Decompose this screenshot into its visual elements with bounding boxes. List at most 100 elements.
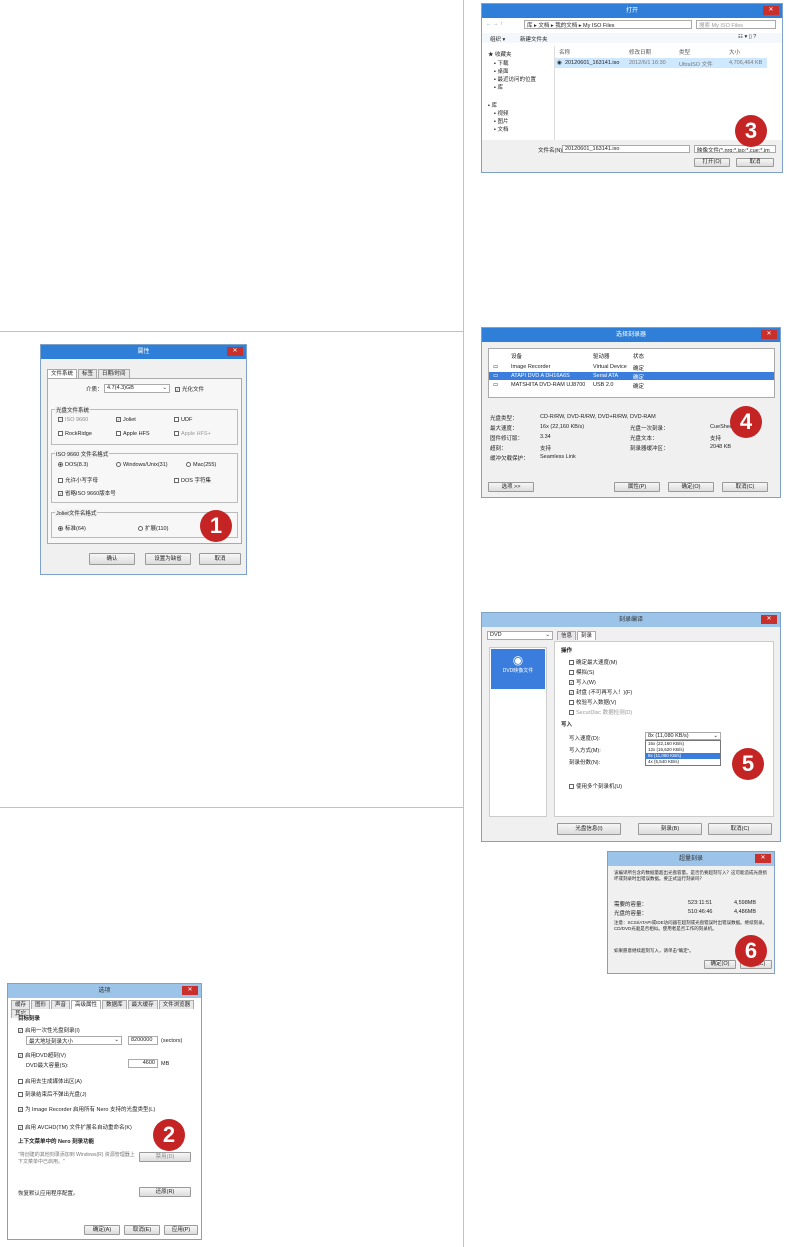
nav-item[interactable]: ▪ 库: [488, 101, 497, 109]
tab-cache[interactable]: 缓存: [11, 1000, 31, 1009]
open-button[interactable]: 打开(O): [694, 158, 730, 167]
drive-select[interactable]: DVD ⌄: [487, 631, 553, 640]
tab-graphics[interactable]: 图形: [31, 1000, 51, 1009]
new-folder-button[interactable]: 新建文件夹: [520, 35, 548, 43]
no-eject-checkbox[interactable]: 刻录结束后不弹出光盘(J): [18, 1090, 86, 1098]
nav-item[interactable]: ▪ 库: [494, 83, 503, 91]
filename-input[interactable]: 20120601_163141.iso: [562, 145, 690, 153]
op-checkbox[interactable]: 确定最大速度(M): [569, 658, 617, 666]
tab-burn[interactable]: 刻录: [577, 631, 597, 640]
close-icon[interactable]: ✕: [761, 330, 777, 339]
std-radio[interactable]: 标准(64): [58, 524, 86, 532]
single-session-checkbox[interactable]: ✓ 启用一次性光盘刻录(I): [18, 1026, 80, 1034]
dos-radio[interactable]: DOS(8.3): [58, 462, 88, 468]
op-checkbox[interactable]: ✓ 写入(W): [569, 678, 596, 686]
tab-info[interactable]: 信息: [557, 631, 577, 640]
omit-version-checkbox[interactable]: ✓ 省略ISO 9660版本号: [58, 489, 116, 497]
disable-button[interactable]: 禁用(D): [139, 1152, 191, 1162]
size-select[interactable]: 最大地址刻录大小 ⌄: [26, 1036, 122, 1045]
multi-recorder-checkbox[interactable]: 使用多个刻录机(U): [569, 782, 622, 790]
speed-option[interactable]: 4x (5,540 KB/s): [646, 759, 720, 765]
dvd-overburn-checkbox[interactable]: ✓ 启用DVD超刻(V): [18, 1051, 66, 1059]
file-row[interactable]: ◉ 20120601_163141.iso 2012/6/1 16:30 Ult…: [555, 58, 767, 68]
media-select[interactable]: 4.7(4.3)GB ⌄: [104, 384, 170, 393]
applehfs-checkbox[interactable]: Apple HFS: [116, 431, 150, 437]
restore-button[interactable]: 还原(R): [139, 1187, 191, 1197]
col-size[interactable]: 大小: [729, 48, 740, 56]
joliet-checkbox[interactable]: ✓ Joliet: [116, 417, 136, 423]
nav-item[interactable]: ▪ 视频: [494, 109, 509, 117]
crumb[interactable]: My ISO Files: [583, 23, 614, 28]
ok-button[interactable]: 确定(O): [668, 482, 714, 492]
nav-item[interactable]: ★ 收藏夹: [488, 50, 512, 58]
dvd-size-input[interactable]: 4600: [128, 1059, 158, 1068]
ext-radio[interactable]: 扩展(110): [138, 524, 168, 532]
recorder-row[interactable]: ▭ ATAPI DVD A DH16A6S Serial ATA 确定: [489, 372, 774, 381]
close-icon[interactable]: ✕: [761, 615, 777, 624]
lowercase-checkbox[interactable]: 允许小写字母: [58, 476, 98, 484]
cancel-button[interactable]: 取消(C): [708, 823, 772, 835]
tab-sound[interactable]: 声音: [51, 1000, 71, 1009]
burn-button[interactable]: 刻录(B): [638, 823, 702, 835]
set-default-button[interactable]: 设置为缺省: [145, 553, 191, 565]
mac-radio[interactable]: Mac(255): [186, 462, 216, 468]
appleplus-checkbox[interactable]: Apple HFS+: [174, 431, 211, 437]
close-icon[interactable]: ✕: [755, 854, 771, 863]
cancel-button[interactable]: 取消(E): [124, 1225, 160, 1235]
op-checkbox[interactable]: 校验写入数据(V): [569, 698, 616, 706]
crumb[interactable]: 我的文档: [555, 23, 577, 28]
recorder-row[interactable]: ▭ MATSHITA DVD-RAM UJ8700 USB 2.0 确定: [489, 381, 774, 390]
udf-checkbox[interactable]: UDF: [174, 417, 192, 423]
cancel-button[interactable]: 取消: [736, 158, 774, 167]
nav-item[interactable]: ▪ 图片: [494, 117, 509, 125]
nav-item[interactable]: ▪ 文档: [494, 125, 509, 133]
tab-browser[interactable]: 文件浏览器: [158, 1000, 195, 1009]
search-input[interactable]: 搜索 My ISO Files: [696, 20, 776, 29]
sectors-input[interactable]: 8200000: [128, 1036, 158, 1045]
op-checkbox[interactable]: SecurDisc 数据检测(D): [569, 708, 632, 716]
cancel-button[interactable]: 取消(C): [722, 482, 768, 492]
image-recorder-checkbox[interactable]: ✓ 为 Image Recorder 启用所有 Nero 支持的光盘类型(L): [18, 1105, 155, 1113]
op-checkbox[interactable]: ✓ 封盘 (不可再写入！)(F): [569, 688, 632, 696]
ok-button[interactable]: 确定(A): [84, 1225, 120, 1235]
properties-button[interactable]: 属性(P): [614, 482, 660, 492]
avchd-checkbox[interactable]: ✓ 启用 AVCHD(TM) 文件扩展名自动重命名(K): [18, 1123, 132, 1131]
tab-database[interactable]: 数据库: [102, 1000, 127, 1009]
col-type[interactable]: 类型: [679, 48, 690, 56]
leadout-checkbox[interactable]: 启用去生成媒体出区(A): [18, 1077, 82, 1085]
nav-item[interactable]: ▪ 下载: [494, 59, 509, 67]
doschar-checkbox[interactable]: DOS 字符集: [174, 476, 211, 484]
col-name[interactable]: 名称: [559, 48, 570, 56]
disc-info-button[interactable]: 光盘信息(I): [557, 823, 621, 835]
view-icon[interactable]: ☷ ▾ ▯ ?: [738, 34, 756, 40]
crumb[interactable]: 库: [527, 23, 533, 28]
speed-select[interactable]: 8x (11,080 KB/s) ⌄: [645, 732, 721, 740]
dvd-image-item[interactable]: ◉ DVD映像文件: [491, 649, 545, 689]
options-button[interactable]: 选项 >>: [488, 482, 534, 492]
close-icon[interactable]: ✕: [763, 6, 779, 15]
col-date[interactable]: 修改日期: [629, 48, 651, 56]
apply-button[interactable]: 应用(P): [164, 1225, 198, 1235]
tab-maxcache[interactable]: 最大缓存: [127, 1000, 158, 1009]
close-icon[interactable]: ✕: [227, 347, 243, 356]
iso9660-checkbox[interactable]: ✓ ISO 9660: [58, 417, 88, 423]
win-radio[interactable]: Windows/Unix(31): [116, 462, 168, 468]
close-icon[interactable]: ✕: [182, 986, 198, 995]
breadcrumb[interactable]: 库 ▸ 文档 ▸ 我的文档 ▸ My ISO Files: [524, 20, 692, 29]
recorder-row[interactable]: ▭ Image Recorder Virtual Device 确定: [489, 363, 774, 372]
nav-item[interactable]: ▪ 桌面: [494, 67, 509, 75]
compat-checkbox[interactable]: ✓ 光化文件: [175, 385, 204, 393]
ok-button[interactable]: 确认: [89, 553, 135, 565]
nav-item[interactable]: ▪ 最近访问的位置: [494, 75, 536, 83]
filter-select[interactable]: 映像文件(*.nrg;*.iso;*.cue;*.im: [694, 145, 776, 153]
tab-advanced[interactable]: 高级属性: [71, 1000, 102, 1009]
ok-button[interactable]: 确定(O): [704, 960, 736, 969]
crumb[interactable]: 文档: [538, 23, 549, 28]
tab-filesystem[interactable]: 文件系统: [47, 369, 78, 378]
cancel-button[interactable]: 取消: [199, 553, 241, 565]
tab-datetime[interactable]: 日期/时间: [98, 369, 130, 378]
organize-button[interactable]: 组织 ▾: [490, 35, 505, 43]
rockridge-checkbox[interactable]: RockRidge: [58, 431, 92, 437]
back-forward-icon[interactable]: ← → ↑: [486, 21, 503, 27]
tab-label[interactable]: 标签: [78, 369, 98, 378]
